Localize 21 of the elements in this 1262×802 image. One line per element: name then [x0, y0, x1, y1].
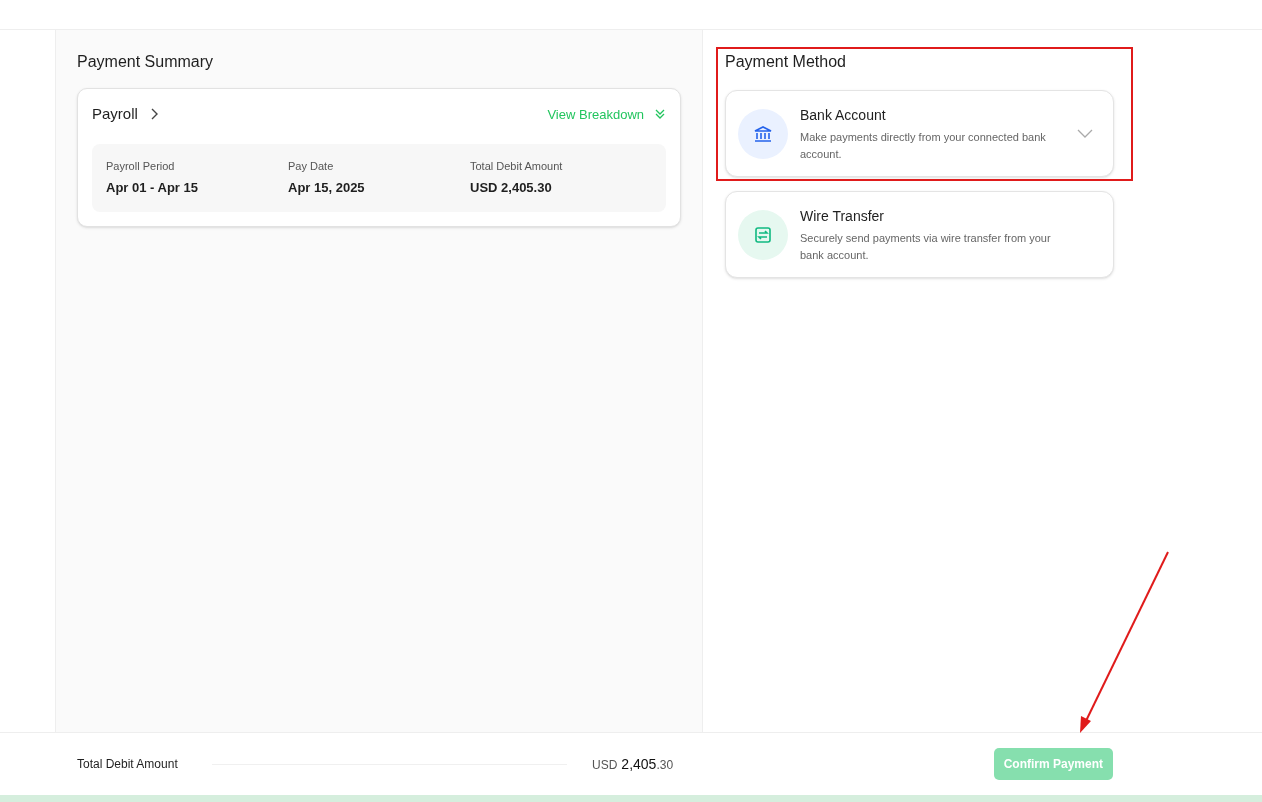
footer-label: Total Debit Amount — [77, 756, 179, 773]
field-value: USD 2,405.30 — [470, 179, 553, 197]
bank-icon — [753, 124, 773, 143]
option-title: Wire Transfer — [800, 207, 885, 226]
double-chevron-icon — [654, 108, 666, 121]
field-label: Pay Date — [288, 158, 335, 174]
option-title: Bank Account — [800, 106, 887, 125]
payment-option-card[interactable]: Bank Account Make payments directly from your connected bank account. — [725, 90, 1114, 177]
field-value: Apr 01 - Apr 15 — [106, 179, 199, 197]
field-label: Payroll Period — [106, 158, 176, 174]
option-description: Securely send payments via wire transfer from your bank account. — [800, 231, 1052, 263]
chevron-right-icon[interactable] — [149, 108, 158, 121]
payment-option-card[interactable]: Wire Transfer Securely send payments via wire transfer from your bank account. — [725, 191, 1114, 278]
option-description: Make payments directly from your connected bank account. — [800, 130, 1047, 162]
section-title: Payment Method — [725, 52, 847, 72]
total-amount: USD 2,405.30 — [592, 755, 674, 774]
field-value: Apr 15, 2025 — [288, 179, 366, 197]
card-title: Payroll — [92, 104, 138, 124]
field-label: Total Debit Amount — [470, 158, 564, 174]
transfer-icon — [753, 224, 773, 245]
section-title: Payment Summary — [77, 52, 215, 72]
